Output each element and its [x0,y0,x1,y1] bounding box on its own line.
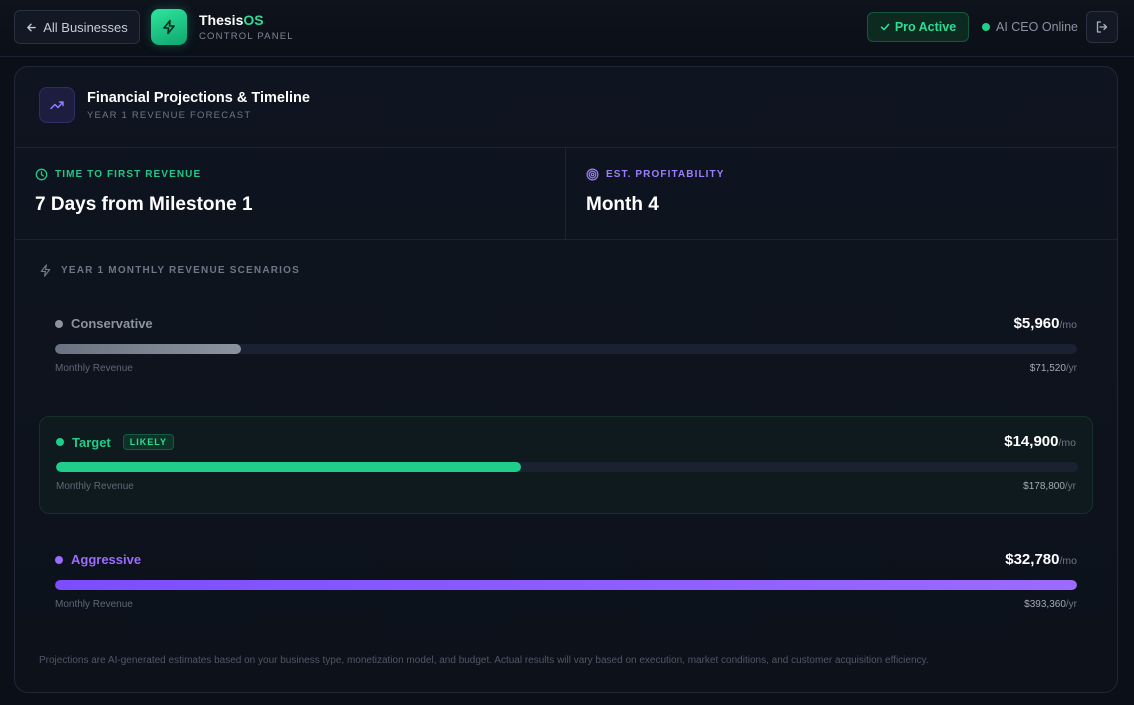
time-to-first-revenue-label: TIME TO FIRST REVENUE [35,168,201,181]
lightning-icon [163,19,175,35]
est-profitability-label: EST. PROFITABILITY [586,168,725,181]
disclaimer: Projections are AI-generated estimates b… [39,655,929,666]
revenue-bar-fill [55,344,241,354]
revenue-bar-track [56,462,1078,472]
time-to-first-revenue: TIME TO FIRST REVENUE 7 Days from Milest… [15,148,566,240]
revenue-bar-track [55,344,1077,354]
scenario-name: Conservative [55,316,153,331]
scenario-footer-label: Monthly Revenue [56,481,134,492]
brand: ThesisOS CONTROL PANEL [199,12,294,42]
brand-name: ThesisOS [199,12,264,28]
arrow-left-icon [27,23,37,31]
scenario-aggressive: Aggressive $32,780/mo Monthly Revenue $3… [39,535,1093,633]
all-businesses-button[interactable]: All Businesses [14,10,140,44]
target-icon [586,168,599,181]
all-businesses-label: All Businesses [43,19,128,35]
likely-badge: LIKELY [122,434,174,450]
panel-title: Financial Projections & Timeline [87,90,310,106]
revenue-bar-fill [56,462,521,472]
scenario-footer-label: Monthly Revenue [55,363,133,374]
time-to-first-revenue-value: 7 Days from Milestone 1 [35,194,253,215]
revenue-bar-track [55,580,1077,590]
scenario-conservative: Conservative $5,960/mo Monthly Revenue $… [39,299,1093,397]
scenario-name: Target LIKELY [56,434,174,450]
scenario-yearly-amount: $393,360/yr [1024,599,1077,610]
logout-icon [1096,21,1108,33]
panel-header: Financial Projections & Timeline YEAR 1 … [15,67,1117,148]
lightning-icon [40,264,51,277]
est-profitability: EST. PROFITABILITY Month 4 [566,148,1117,240]
financial-projections-panel: Financial Projections & Timeline YEAR 1 … [14,66,1118,693]
trending-up-icon [50,101,64,110]
scenario-monthly-amount: $32,780/mo [1005,551,1077,568]
revenue-bar-fill [55,580,1077,590]
logout-button[interactable] [1086,11,1118,43]
check-icon [880,23,890,31]
ai-ceo-status: AI CEO Online [982,18,1078,36]
scenario-yearly-amount: $71,520/yr [1029,363,1077,374]
online-dot [982,23,990,31]
top-bar: All Businesses ThesisOS CONTROL PANEL Pr… [0,0,1134,57]
scenarios-heading: YEAR 1 MONTHLY REVENUE SCENARIOS [39,264,300,277]
panel-subtitle: YEAR 1 REVENUE FORECAST [87,110,252,121]
pro-active-label: Pro Active [894,20,957,34]
scenario-name: Aggressive [55,552,141,567]
scenario-dot [55,555,63,564]
panel-icon [39,87,75,123]
stats-row: TIME TO FIRST REVENUE 7 Days from Milest… [15,148,1117,240]
clock-icon [35,168,48,181]
logo [151,9,187,45]
est-profitability-value: Month 4 [586,194,659,215]
scenario-dot [55,319,63,328]
scenario-dot [56,438,64,446]
scenario-target: Target LIKELY $14,900/mo Monthly Revenue… [39,416,1093,514]
brand-subtitle: CONTROL PANEL [199,31,294,42]
scenario-monthly-amount: $5,960/mo [1013,315,1077,332]
scenario-footer-label: Monthly Revenue [55,599,133,610]
scenario-yearly-amount: $178,800/yr [1023,481,1076,492]
ai-ceo-status-label: AI CEO Online [996,20,1078,34]
scenario-monthly-amount: $14,900/mo [1004,433,1076,450]
pro-active-badge[interactable]: Pro Active [867,12,969,42]
